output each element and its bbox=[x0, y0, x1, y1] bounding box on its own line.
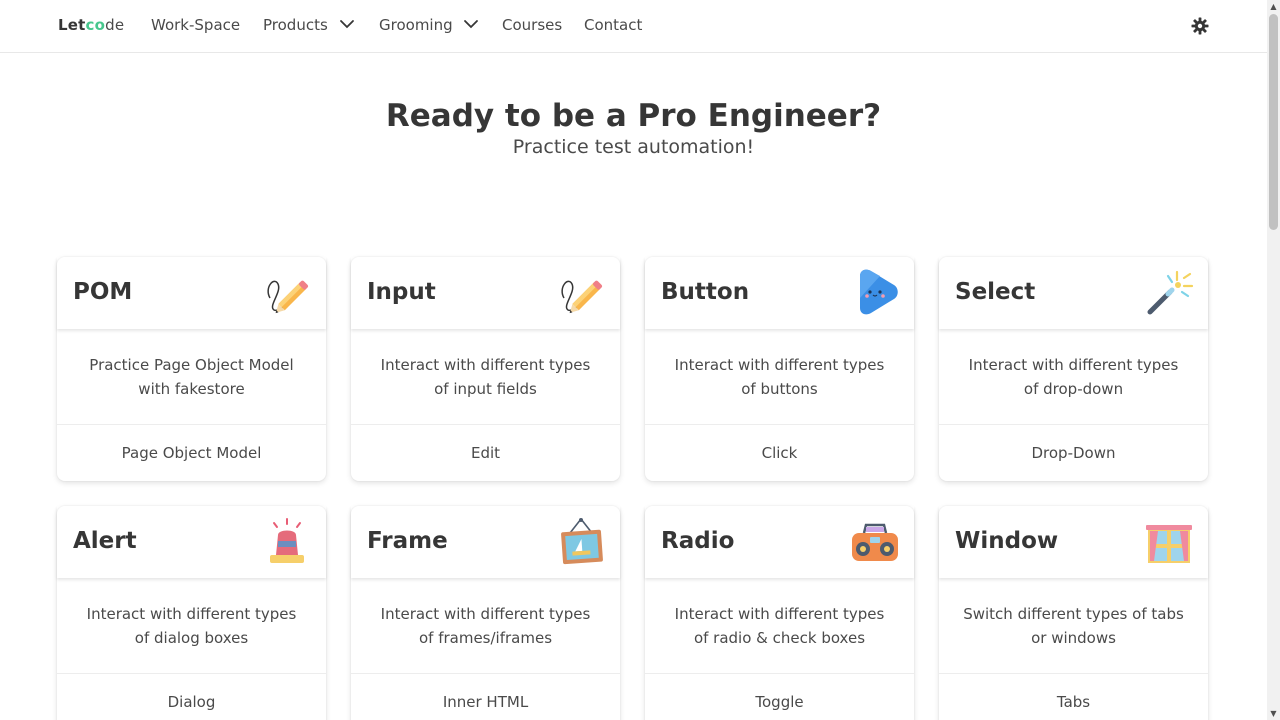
card-link-toggle[interactable]: Toggle bbox=[645, 674, 914, 720]
nav-item-contact[interactable]: Contact bbox=[584, 16, 642, 34]
logo[interactable]: Letcode bbox=[58, 16, 124, 34]
hero-subtitle: Practice test automation! bbox=[512, 136, 755, 158]
card-link-inner-html[interactable]: Inner HTML bbox=[351, 674, 620, 720]
card-header: Radio bbox=[645, 506, 914, 578]
magic-wand-icon bbox=[1147, 270, 1194, 315]
card-title: Frame bbox=[367, 528, 448, 554]
card-description: Interact with different types of radio &… bbox=[645, 578, 914, 674]
chevron-down-icon bbox=[464, 20, 479, 29]
card-title: Radio bbox=[661, 528, 735, 554]
card-radio: Radio Interact with different types of r… bbox=[645, 506, 914, 720]
card-select: Select Interact with different types of … bbox=[939, 257, 1208, 481]
pencil-icon bbox=[561, 280, 603, 314]
card-header: Frame bbox=[351, 506, 620, 578]
card-link-click[interactable]: Click bbox=[645, 425, 914, 481]
card-description: Interact with different types of drop-do… bbox=[939, 329, 1208, 425]
card-header: Input bbox=[351, 257, 620, 329]
scroll-up-icon[interactable]: ▲ bbox=[1269, 2, 1278, 11]
card-title: Window bbox=[955, 528, 1059, 554]
card-description: Interact with different types of buttons bbox=[645, 329, 914, 425]
card-title: Alert bbox=[73, 528, 137, 554]
scrollbar-thumb[interactable] bbox=[1269, 14, 1278, 230]
card-link-drop-down[interactable]: Drop-Down bbox=[939, 425, 1208, 481]
page-scrollbar[interactable]: ▲ ▼ bbox=[1267, 0, 1280, 720]
card-header: Button bbox=[645, 257, 914, 329]
scroll-down-icon[interactable]: ▼ bbox=[1269, 709, 1278, 718]
radio-icon bbox=[852, 523, 898, 561]
card-header: Select bbox=[939, 257, 1208, 329]
card-header: Alert bbox=[57, 506, 326, 578]
nav-item-products[interactable]: Products bbox=[263, 16, 355, 34]
card-header: POM bbox=[57, 257, 326, 329]
card-pom: POM Practice Page Object Model with fake… bbox=[57, 257, 326, 481]
card-link-edit[interactable]: Edit bbox=[351, 425, 620, 481]
chevron-down-icon bbox=[339, 20, 354, 29]
card-title: Input bbox=[367, 279, 436, 305]
picture-frame-icon bbox=[561, 518, 603, 565]
card-description: Switch different types of tabs or window… bbox=[939, 578, 1208, 674]
siren-icon bbox=[270, 518, 304, 563]
card-description: Interact with different types of dialog … bbox=[57, 578, 326, 674]
card-window: Window Switch different types of tabs or… bbox=[939, 506, 1208, 720]
play-button-icon bbox=[860, 269, 898, 315]
pencil-icon bbox=[267, 280, 309, 314]
nav-item-grooming[interactable]: Grooming bbox=[379, 16, 479, 34]
card-description: Practice Page Object Model with fakestor… bbox=[57, 329, 326, 425]
window-icon bbox=[1146, 525, 1192, 563]
card-description: Interact with different types of input f… bbox=[351, 329, 620, 425]
card-description: Interact with different types of frames/… bbox=[351, 578, 620, 674]
card-link-page-object-model[interactable]: Page Object Model bbox=[57, 425, 326, 481]
card-title: Select bbox=[955, 279, 1036, 305]
card-alert: Alert Interact with different types of d… bbox=[57, 506, 326, 720]
card-header: Window bbox=[939, 506, 1208, 578]
card-link-dialog[interactable]: Dialog bbox=[57, 674, 326, 720]
card-input: Input Interact with different types of i… bbox=[351, 257, 620, 481]
nav-item-work-space[interactable]: Work-Space bbox=[151, 16, 240, 34]
card-frame: Frame Interact with different types of f… bbox=[351, 506, 620, 720]
card-link-tabs[interactable]: Tabs bbox=[939, 674, 1208, 720]
card-button: Button Interact with different types of … bbox=[645, 257, 914, 481]
hero-title: Ready to be a Pro Engineer? bbox=[385, 98, 882, 134]
card-title: Button bbox=[661, 279, 750, 305]
gear-icon[interactable] bbox=[1190, 16, 1210, 36]
navbar: Letcode Work-Space Products Grooming Cou… bbox=[0, 0, 1267, 53]
nav-item-courses[interactable]: Courses bbox=[502, 16, 562, 34]
card-title: POM bbox=[73, 279, 133, 305]
